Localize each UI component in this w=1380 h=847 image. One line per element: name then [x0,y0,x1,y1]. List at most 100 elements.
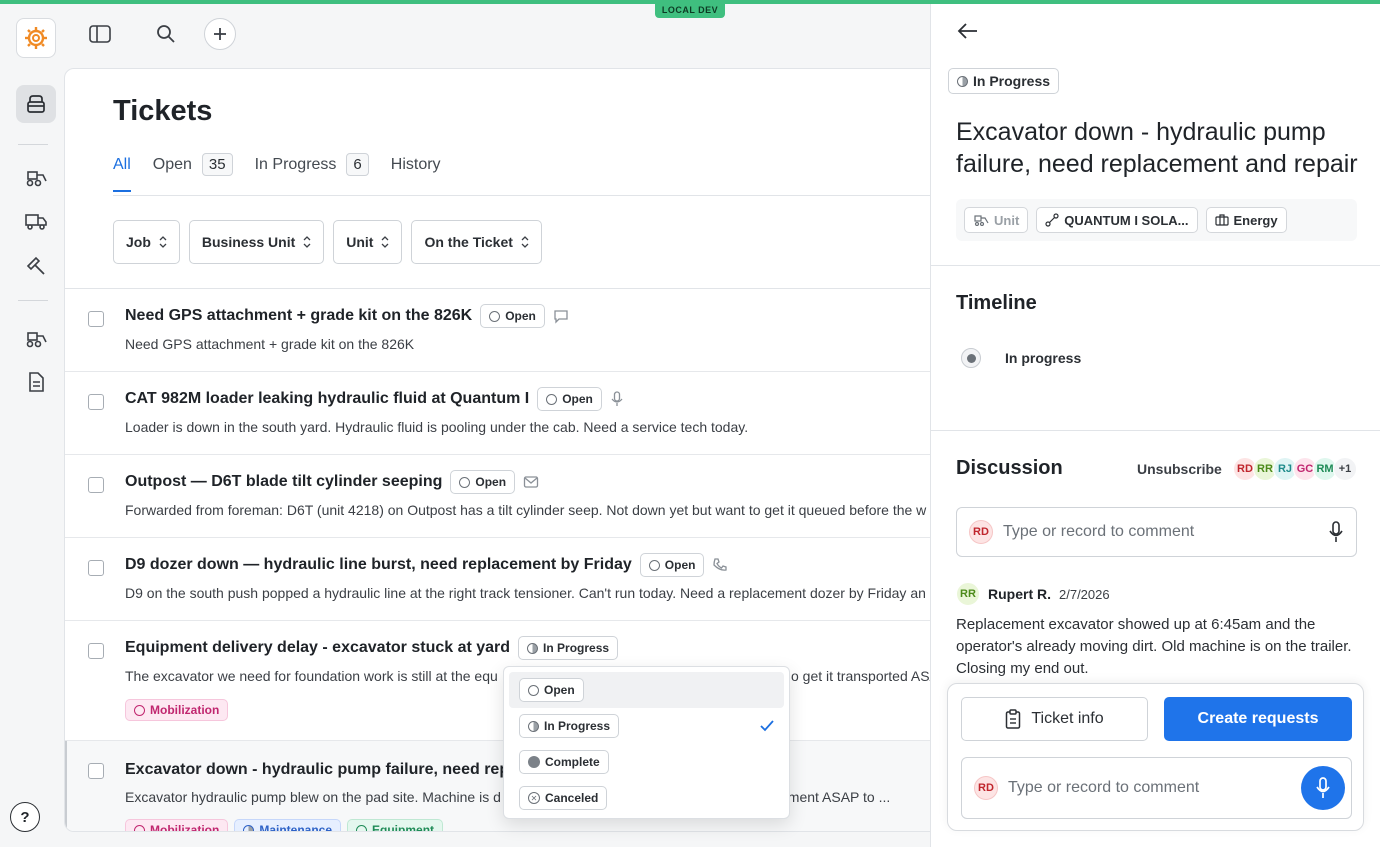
filter-job[interactable]: Job [113,220,180,264]
nav-equipment[interactable] [16,158,56,196]
search-button[interactable] [150,18,182,50]
status-option-chip: Complete [519,750,609,774]
comment-input[interactable]: RD Type or record to comment [956,507,1357,557]
status-badge[interactable]: Open [639,553,705,577]
status-badge[interactable]: Open [450,470,516,494]
document-icon [29,372,44,392]
status-badge[interactable]: Open [480,304,545,328]
row-checkbox[interactable] [88,477,104,493]
filter-business-unit[interactable]: Business Unit [188,220,325,264]
nav-tickets[interactable] [16,85,56,123]
comment-placeholder: Type or record to comment [1003,523,1195,540]
filter-label: Unit [346,234,374,250]
sort-chevron-icon [303,236,311,248]
tag-equipment[interactable]: Equipment [347,819,444,831]
unsubscribe-button[interactable]: Unsubscribe [1137,461,1222,477]
row-checkbox[interactable] [88,763,104,779]
row-checkbox[interactable] [88,643,104,659]
filter-bar: Job Business Unit Unit On the Ticket [113,220,542,264]
timeline-dot-icon [961,348,981,368]
tab-count: 6 [346,153,369,176]
subscriber-avatars[interactable]: RD RR RJ GC RM +1 [1233,457,1357,481]
ticket-row[interactable]: CAT 982M loader leaking hydraulic fluid … [65,372,943,455]
status-badge[interactable]: Open [537,387,602,411]
tag-mobilization[interactable]: Mobilization [125,699,229,721]
ticket-info-button[interactable]: Ticket info [961,697,1148,741]
status-option-chip: In Progress [519,714,620,738]
briefcase-icon [1214,214,1229,226]
option-label: Complete [545,755,600,769]
ticket-row[interactable]: Need GPS attachment + grade kit on the 8… [65,289,943,372]
ticket-row[interactable]: Outpost — D6T blade tilt cylinder seepin… [65,455,943,538]
nav-trucks[interactable] [16,202,56,240]
business-unit-chip[interactable]: Energy [1205,207,1287,233]
arrow-left-icon [957,23,977,39]
chip-label: QUANTUM I SOLA... [1064,212,1189,228]
tag-list: Mobilization Maintenance Equipment [125,819,444,832]
back-button[interactable] [957,22,979,45]
detail-status-badge[interactable]: In Progress [948,68,1060,94]
create-requests-button[interactable]: Create requests [1164,697,1352,741]
timeline-heading: Timeline [956,292,1037,314]
unit-chip[interactable]: Unit [964,207,1029,233]
phone-icon [712,557,728,573]
record-button[interactable] [1301,766,1345,810]
open-status-icon [528,684,539,696]
filter-unit[interactable]: Unit [333,220,403,264]
nav-fleet[interactable] [16,319,56,357]
status-label: Open [562,392,593,406]
status-option-chip: Open [519,678,584,702]
tab-open[interactable]: Open 35 [153,153,233,194]
nav-tools[interactable] [16,246,56,284]
tag-maintenance[interactable]: Maintenance [234,819,342,831]
action-card: Ticket info Create requests RD Type or r… [947,683,1364,831]
status-chip: In Progress [948,68,1060,94]
help-button[interactable]: ? [10,802,40,832]
open-status-icon [546,393,558,405]
tag-mobilization[interactable]: Mobilization [125,819,229,832]
ticket-title: Outpost — D6T blade tilt cylinder seepin… [125,473,443,490]
timeline-label: In progress [1005,350,1082,366]
nav-documents[interactable] [16,363,56,401]
avatar-overflow-count: +1 [1333,457,1357,481]
filter-label: Business Unit [201,234,296,250]
status-badge[interactable]: In Progress [518,636,619,660]
tab-label: All [113,155,131,173]
row-checkbox[interactable] [88,311,104,327]
ticket-row[interactable]: D9 dozer down — hydraulic line burst, ne… [65,538,943,621]
filter-on-the-ticket[interactable]: On the Ticket [411,220,542,264]
job-chip[interactable]: QUANTUM I SOLA... [1036,207,1198,233]
section-divider [931,430,1380,431]
page-title: Tickets [113,95,213,127]
status-option-chip: ✕ Canceled [519,786,608,810]
tag-icon [356,824,368,831]
microphone-icon[interactable] [1328,521,1344,543]
row-checkbox[interactable] [88,394,104,410]
tab-all[interactable]: All [113,156,131,192]
row-checkbox[interactable] [88,560,104,576]
ticket-title-line: Outpost — D6T blade tilt cylinder seepin… [125,470,539,494]
tag-label: Mobilization [150,823,220,832]
message-author: Rupert R. [988,586,1051,602]
ticket-title: CAT 982M loader leaking hydraulic fluid … [125,390,530,407]
tab-label: Open [152,155,192,173]
microphone-icon [1316,777,1330,798]
status-option-open[interactable]: Open [509,672,784,708]
tab-in-progress[interactable]: In Progress 6 [255,153,369,194]
status-option-in-progress[interactable]: In Progress [509,708,784,744]
tab-history[interactable]: History [391,156,441,192]
app-logo[interactable] [16,18,56,58]
chat-icon [553,308,569,324]
gear-logo-icon [25,27,47,49]
sidebar-toggle-button[interactable] [84,18,116,50]
ticket-description: Excavator hydraulic pump blew on the pad… [125,789,501,805]
option-label: In Progress [544,719,611,733]
excavator-icon [26,332,47,348]
ticket-description: The excavator we need for foundation wor… [125,668,498,684]
status-option-canceled[interactable]: ✕ Canceled [509,780,784,816]
bottom-comment-input[interactable]: RD Type or record to comment [961,757,1352,819]
clipboard-icon [1006,709,1021,729]
add-button[interactable] [204,18,236,50]
status-option-complete[interactable]: Complete [509,744,784,780]
ticket-description: Loader is down in the south yard. Hydrau… [125,419,749,435]
